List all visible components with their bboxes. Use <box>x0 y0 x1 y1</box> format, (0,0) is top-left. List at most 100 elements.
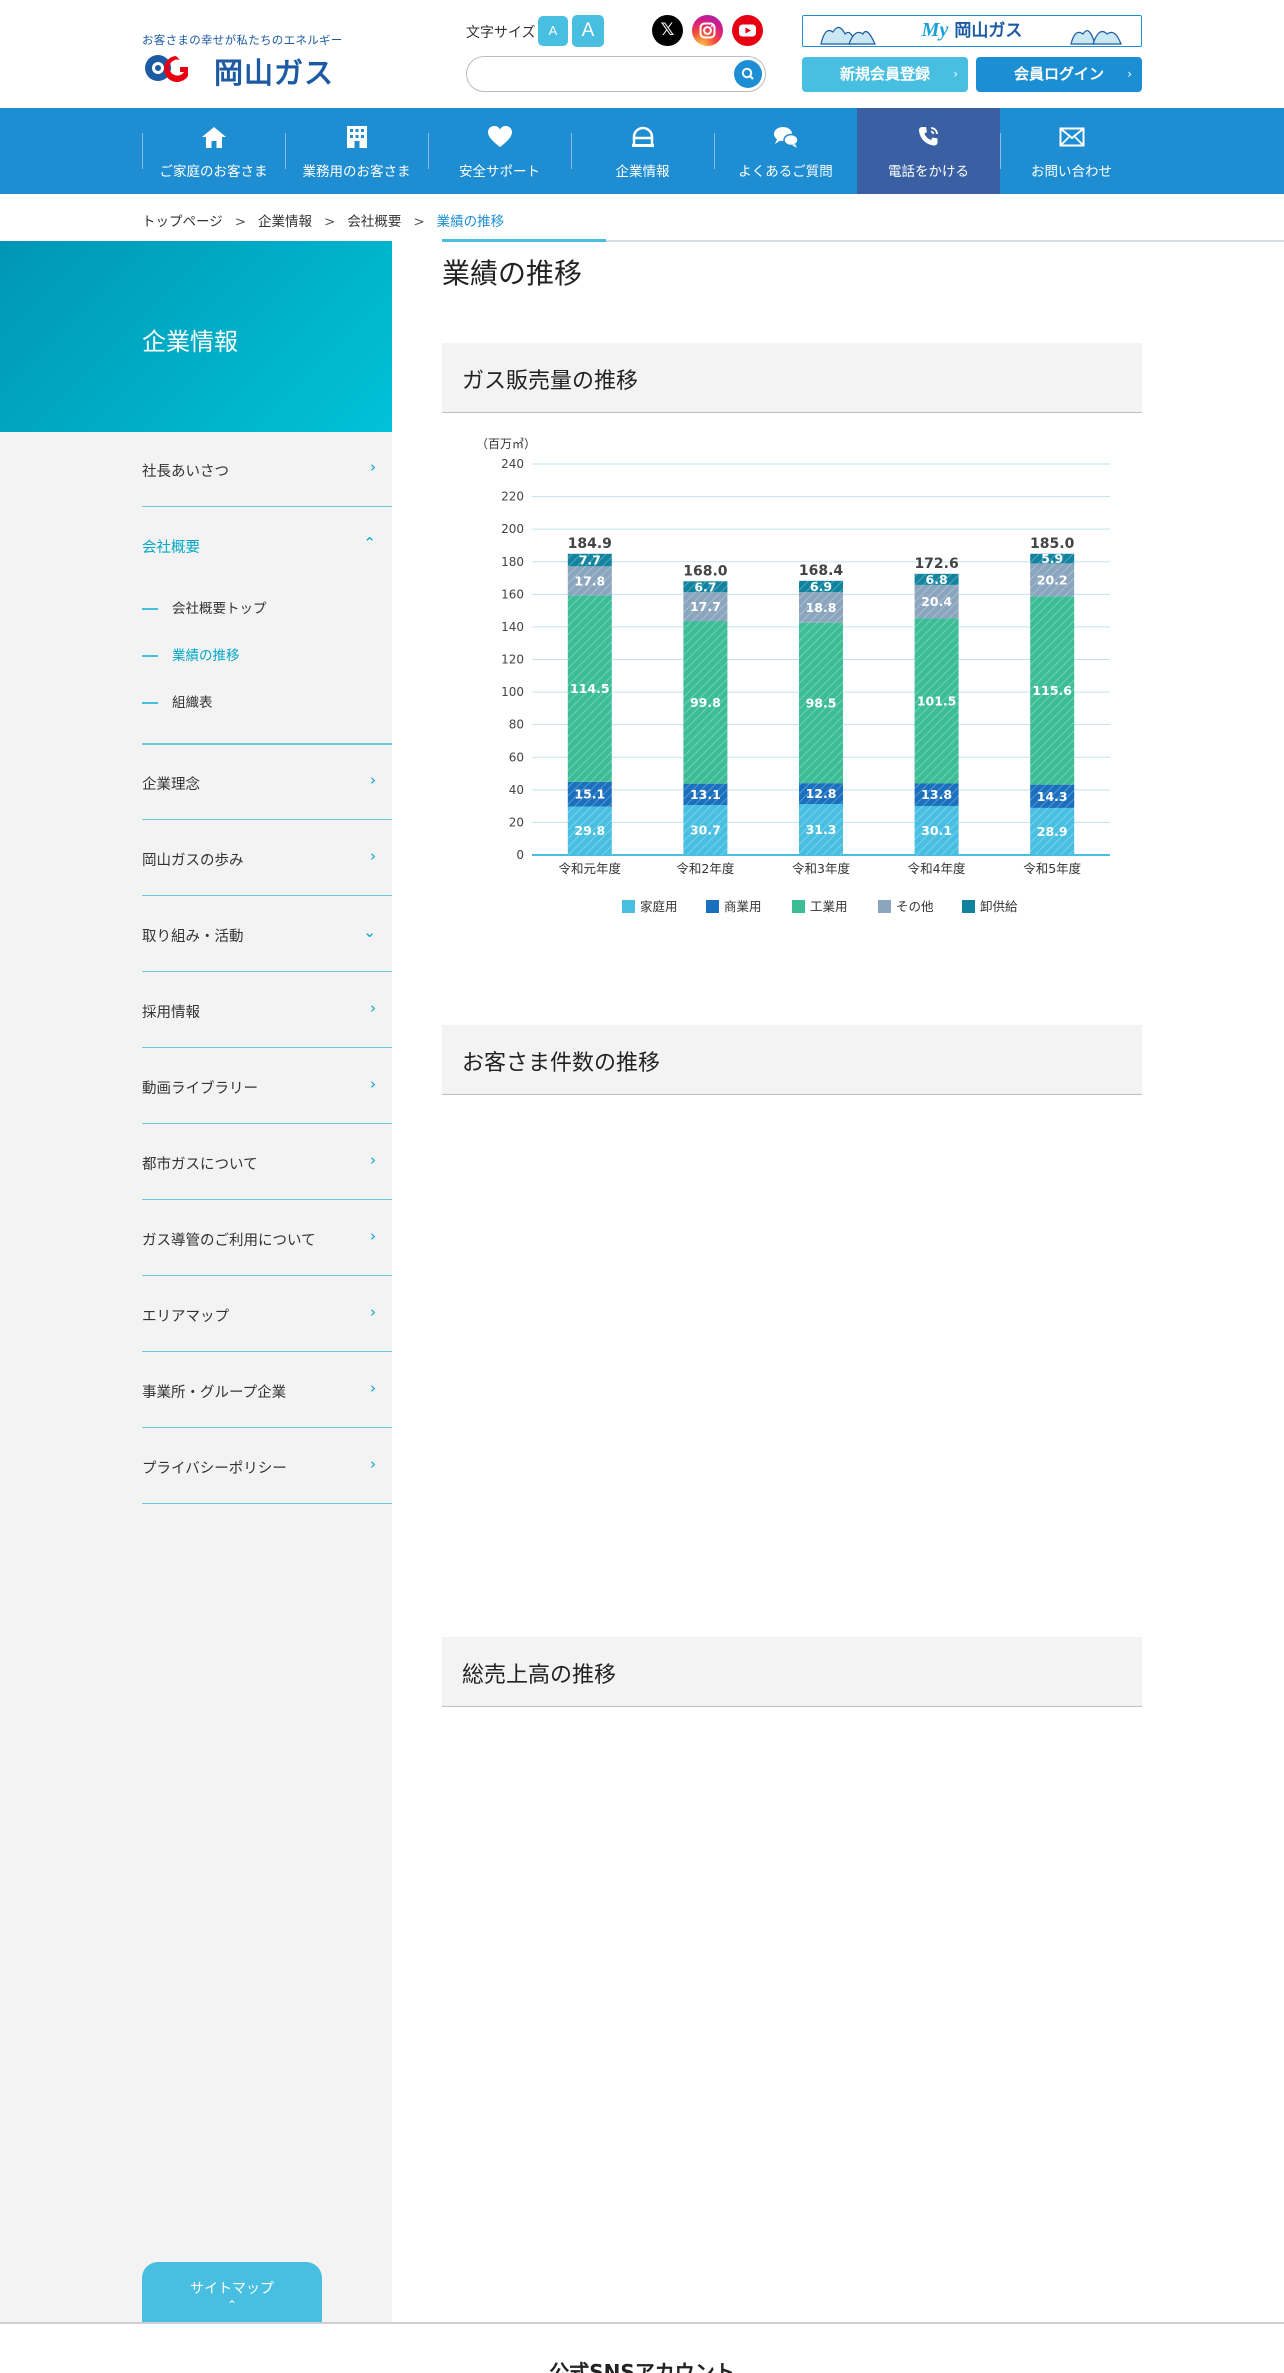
sidebar-item-video[interactable]: 動画ライブラリー › <box>142 1049 392 1124</box>
nav-item-business[interactable]: 業務用のお客さま <box>285 108 428 194</box>
nav-label: 業務用のお客さま <box>302 164 411 180</box>
home-icon <box>201 127 226 148</box>
data-label: 17.7 <box>690 599 721 614</box>
sidebar-item-label: エリアマップ <box>142 1309 229 1325</box>
sitemap-button[interactable]: サイトマップ ⌃ <box>142 2262 322 2324</box>
youtube-icon[interactable] <box>732 15 763 46</box>
nav-label: 電話をかける <box>888 164 969 180</box>
sidebar-subitem-performance[interactable]: 業績の推移 <box>142 644 240 664</box>
total-label: 184.9 <box>568 536 612 552</box>
mygas-banner[interactable]: My 岡山ガス <box>802 15 1142 47</box>
nav-item-safety[interactable]: 安全サポート <box>428 108 571 194</box>
data-label: 14.3 <box>1037 789 1068 804</box>
sidebar-item-area-map[interactable]: エリアマップ › <box>142 1277 392 1352</box>
total-label: 168.0 <box>683 563 728 579</box>
nav-item-home[interactable]: ご家庭のお客さま <box>142 108 285 194</box>
breadcrumb-link[interactable]: 企業情報 <box>258 214 312 230</box>
data-label: 20.2 <box>1037 572 1068 587</box>
data-label: 6.7 <box>694 579 716 594</box>
sidebar-item-history[interactable]: 岡山ガスの歩み › <box>142 821 392 896</box>
y-tick-label: 180 <box>501 555 524 569</box>
sidebar-item-overview[interactable]: 会社概要 ⌃ <box>142 508 392 583</box>
mygas-label: My 岡山ガス <box>803 16 1141 46</box>
sidebar-item-label: 採用情報 <box>142 1005 200 1021</box>
data-label: 17.8 <box>574 573 605 588</box>
legend-swatch <box>622 900 635 913</box>
nav-item-faq[interactable]: よくあるご質問 <box>714 108 857 194</box>
instagram-icon[interactable] <box>692 15 723 46</box>
legend-label: 卸供給 <box>980 899 1018 914</box>
font-size-small-button[interactable]: A <box>538 16 568 46</box>
data-label: 28.9 <box>1037 824 1068 839</box>
chart-bars: 29.8 15.1 114.5 17.8 7.7184.9 令和元年度 30.7 13.1 99… <box>559 536 1082 876</box>
nav-item-phone[interactable]: 電話をかける <box>857 108 1000 194</box>
data-label: 99.8 <box>690 695 721 710</box>
x-tick-label: 令和元年度 <box>559 861 622 876</box>
nav-label: 企業情報 <box>615 164 670 180</box>
y-tick-label: 120 <box>501 653 524 667</box>
search-button[interactable] <box>734 60 762 88</box>
login-button[interactable]: 会員ログイン › <box>976 57 1142 92</box>
total-label: 172.6 <box>914 556 958 572</box>
title-accent <box>442 239 606 242</box>
data-label: 6.8 <box>926 572 948 587</box>
y-tick-label: 240 <box>501 457 524 471</box>
sidebar-subitem-org-chart[interactable]: 組織表 <box>142 691 213 711</box>
legend-label: 工業用 <box>810 899 848 914</box>
register-button[interactable]: 新規会員登録 › <box>802 57 968 92</box>
sidebar-subitem-label: 会社概要トップ <box>172 601 267 617</box>
data-label: 114.5 <box>570 681 610 696</box>
gas-volume-chart: （百万㎥） 020406080100120140160180200220240 … <box>476 437 1110 914</box>
x-tick-label: 令和5年度 <box>1023 861 1081 876</box>
font-size-label: 文字サイズ <box>466 25 536 41</box>
sidebar-item-label: ガス導管のご利用について <box>142 1233 316 1249</box>
sidebar-subitem-overview-top[interactable]: 会社概要トップ <box>142 597 267 617</box>
chevron-up-icon: ⌃ <box>363 534 376 552</box>
sidebar-item-activities[interactable]: 取り組み・活動 ⌄ <box>142 897 392 972</box>
sidebar-item-label: 都市ガスについて <box>142 1157 258 1173</box>
logo[interactable]: 岡山ガス <box>142 50 352 90</box>
sidebar-item-label: 会社概要 <box>142 540 200 556</box>
dash-icon <box>142 655 158 657</box>
total-label: 168.4 <box>799 563 844 579</box>
x-tick-label: 令和2年度 <box>676 861 734 876</box>
sidebar-item-offices[interactable]: 事業所・グループ企業 › <box>142 1353 392 1428</box>
login-label: 会員ログイン <box>1013 65 1104 83</box>
page-title: 業績の推移 <box>442 257 583 290</box>
x-icon[interactable]: 𝕏 <box>652 15 683 46</box>
sidebar-item-label: プライバシーポリシー <box>142 1461 287 1477</box>
chevron-right-icon: › <box>1127 67 1132 81</box>
font-size-large-button[interactable]: A <box>572 15 604 47</box>
chevron-right-icon: › <box>370 1303 376 1321</box>
x-tick-label: 令和3年度 <box>792 861 850 876</box>
sidebar-item-city-gas[interactable]: 都市ガスについて › <box>142 1125 392 1200</box>
chevron-down-icon: ⌄ <box>363 923 376 941</box>
data-label: 13.8 <box>921 787 952 802</box>
chevron-right-icon: › <box>370 1379 376 1397</box>
y-tick-label: 200 <box>501 522 524 536</box>
breadcrumb-separator: > <box>234 214 247 230</box>
sidebar-item-pipeline[interactable]: ガス導管のご利用について › <box>142 1201 392 1276</box>
sidebar-item-recruit[interactable]: 採用情報 › <box>142 973 392 1048</box>
sidebar-item-label: 企業理念 <box>142 777 200 793</box>
data-label: 7.7 <box>579 553 601 568</box>
sidebar-item-privacy[interactable]: プライバシーポリシー › <box>142 1429 392 1504</box>
sidebar-subitem-label: 業績の推移 <box>172 648 240 664</box>
y-tick-label: 220 <box>501 490 524 504</box>
breadcrumb-link[interactable]: 会社概要 <box>347 214 401 230</box>
sidebar-item-philosophy[interactable]: 企業理念 › <box>142 745 392 820</box>
mygas-prefix: My <box>921 19 949 41</box>
search-input[interactable] <box>466 56 766 92</box>
breadcrumb-link[interactable]: トップページ <box>142 214 223 230</box>
building-icon <box>346 126 367 148</box>
sidebar-item-greeting[interactable]: 社長あいさつ › <box>142 432 392 507</box>
legend-label: その他 <box>896 899 934 914</box>
breadcrumb: トップページ > 企業情報 > 会社概要 > 業績の推移 <box>142 210 504 230</box>
data-label: 15.1 <box>574 787 605 802</box>
chat-icon <box>773 127 799 148</box>
breadcrumb-separator: > <box>413 214 425 230</box>
nav-item-company[interactable]: 企業情報 <box>571 108 714 194</box>
section-title: お客さま件数の推移 <box>462 1051 661 1076</box>
chart-unit-label: （百万㎥） <box>476 437 536 451</box>
nav-item-contact[interactable]: お問い合わせ <box>1000 108 1143 194</box>
